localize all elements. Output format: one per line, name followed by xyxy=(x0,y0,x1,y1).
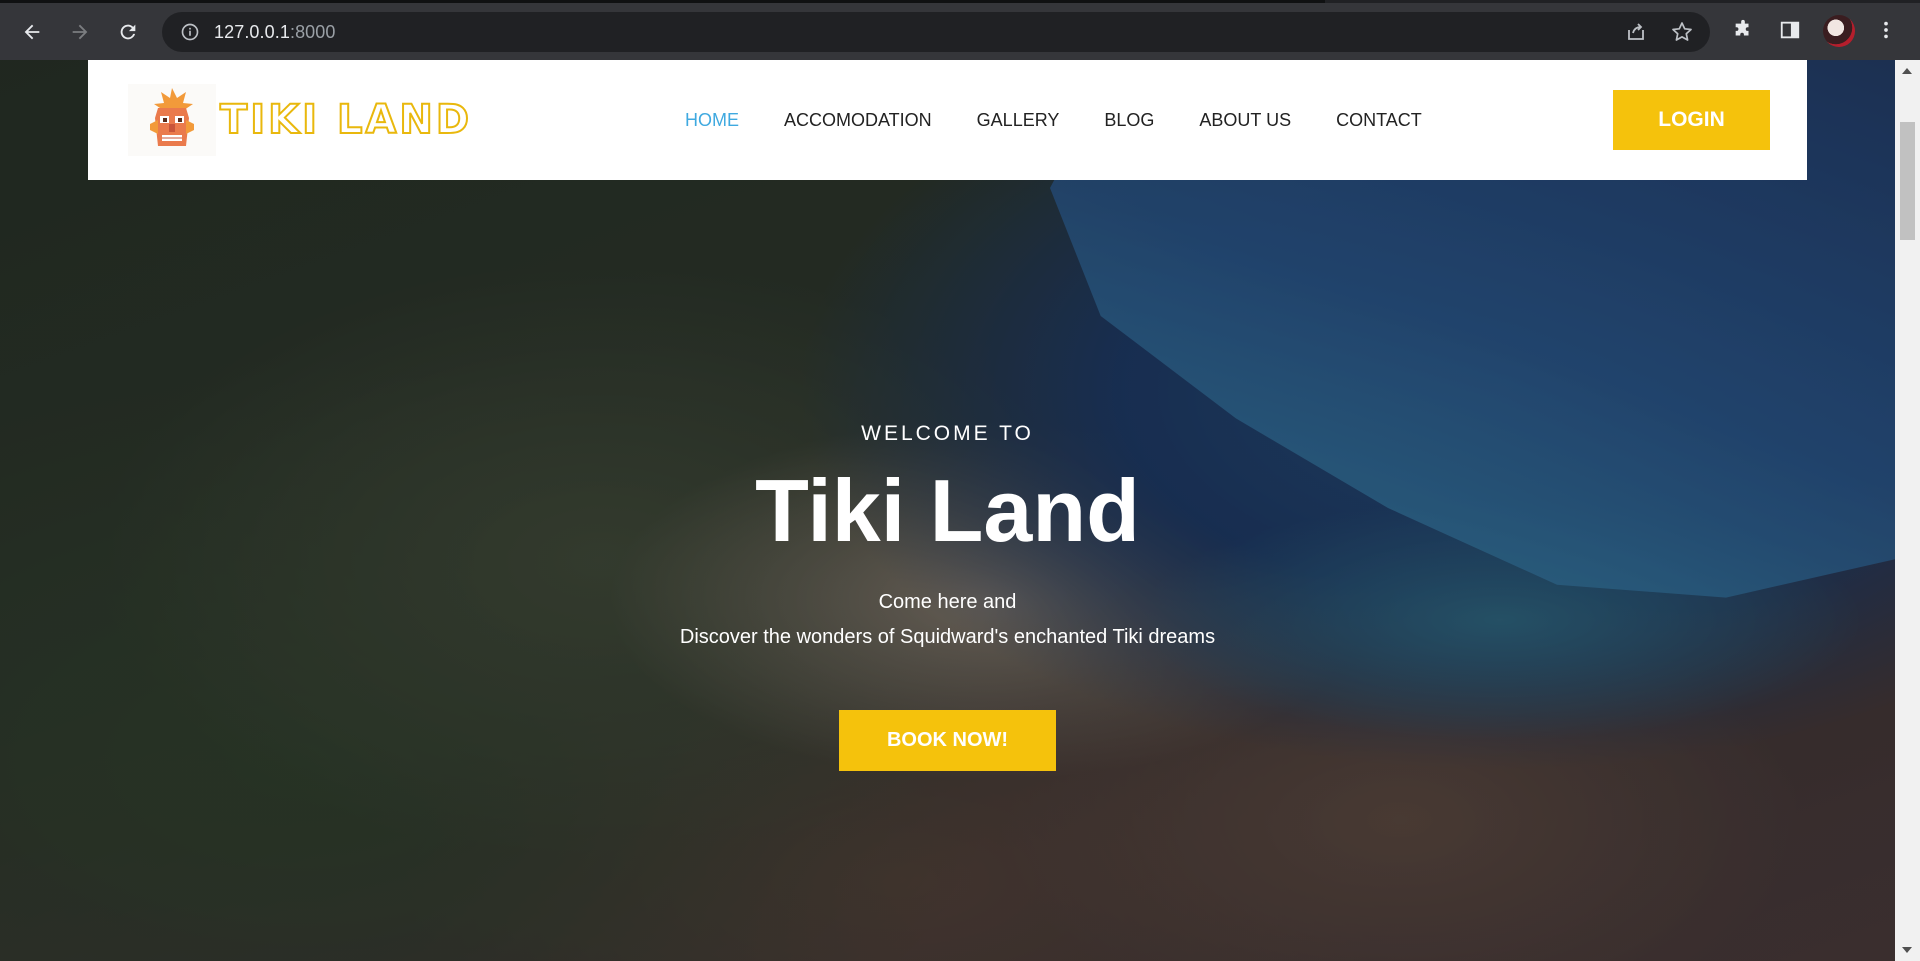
url-port: :8000 xyxy=(289,22,336,42)
url-host: 127.0.0.1 xyxy=(214,22,290,42)
address-bar[interactable]: 127.0.0.1:8000 xyxy=(162,12,1710,52)
scrollbar-thumb[interactable] xyxy=(1900,122,1915,240)
tab-strip-edge xyxy=(0,0,1920,3)
side-panel-icon[interactable] xyxy=(1774,14,1806,46)
scroll-down-arrow-icon[interactable] xyxy=(1902,947,1912,953)
hero-eyebrow: WELCOME TO xyxy=(861,422,1034,445)
share-icon[interactable] xyxy=(1624,20,1648,44)
puzzle-icon[interactable] xyxy=(1727,14,1759,46)
page-scrollbar[interactable] xyxy=(1895,60,1920,961)
hero-subtitle-line-2: Discover the wonders of Squidward's ench… xyxy=(679,626,1216,648)
hero-subtitle-line-1: Come here and xyxy=(878,591,1017,613)
reload-icon[interactable] xyxy=(110,14,146,50)
star-icon[interactable] xyxy=(1670,20,1694,44)
page-viewport: TIKI LAND HOME ACCOMODATION GALLERY BLOG… xyxy=(0,60,1920,961)
browser-toolbar: 127.0.0.1:8000 xyxy=(0,0,1920,60)
hero-content: WELCOME TO Tiki Land Come here and Disco… xyxy=(0,60,1895,961)
forward-arrow-icon[interactable] xyxy=(62,14,98,50)
scroll-up-arrow-icon[interactable] xyxy=(1902,68,1912,74)
info-icon[interactable] xyxy=(180,22,200,42)
avatar[interactable] xyxy=(1823,15,1855,47)
url-text: 127.0.0.1:8000 xyxy=(214,22,336,43)
kebab-menu-icon[interactable] xyxy=(1870,14,1902,46)
book-now-button[interactable]: BOOK NOW! xyxy=(839,710,1056,771)
hero-title: Tiki Land xyxy=(755,461,1140,560)
back-arrow-icon[interactable] xyxy=(14,14,50,50)
